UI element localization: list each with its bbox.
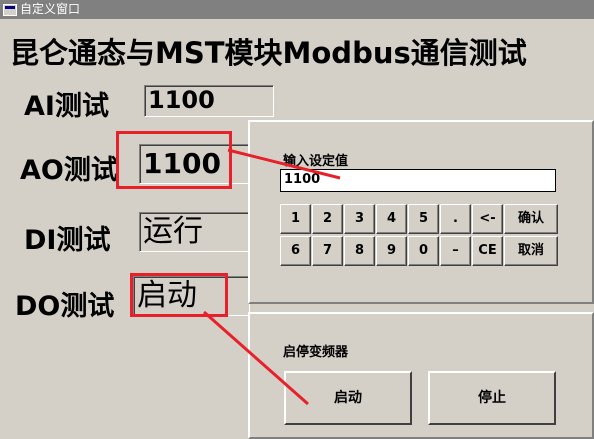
keypad-title: 输入设定值 [283, 154, 349, 169]
vfd-panel-title: 启停变频器 [283, 345, 349, 360]
key-2[interactable]: 2 [312, 204, 343, 234]
window-titlebar: 自定义窗口 [0, 0, 594, 19]
ao-value-field[interactable]: 1100 [139, 144, 250, 184]
page-title: 昆仑通态与MST模块Modbus通信测试 [10, 36, 527, 70]
key-dot[interactable]: . [440, 204, 471, 234]
key-8[interactable]: 8 [344, 236, 375, 266]
window-icon [3, 3, 17, 16]
start-button[interactable]: 启动 [284, 371, 412, 425]
key-7[interactable]: 7 [312, 236, 343, 266]
di-test-label: DI测试 [24, 225, 111, 256]
key-1[interactable]: 1 [280, 204, 311, 234]
key-6[interactable]: 6 [280, 236, 311, 266]
ao-test-label: AO测试 [20, 155, 118, 186]
key-3[interactable]: 3 [344, 204, 375, 234]
key-confirm[interactable]: 确认 [504, 204, 558, 234]
key-minus[interactable]: – [440, 236, 471, 266]
key-4[interactable]: 4 [376, 204, 407, 234]
di-value-field: 运行 [139, 212, 250, 252]
do-value-field[interactable]: 启动 [133, 276, 250, 316]
window-title: 自定义窗口 [20, 2, 81, 16]
ai-test-label: AI测试 [24, 91, 109, 122]
key-cancel[interactable]: 取消 [504, 236, 558, 266]
key-9[interactable]: 9 [376, 236, 407, 266]
key-0[interactable]: 0 [408, 236, 439, 266]
setpoint-input[interactable]: 1100 [280, 169, 556, 192]
key-5[interactable]: 5 [408, 204, 439, 234]
key-backspace[interactable]: <- [472, 204, 503, 234]
stop-button[interactable]: 停止 [428, 371, 556, 425]
ai-value-field: 1100 [144, 85, 274, 117]
do-test-label: DO测试 [15, 291, 115, 322]
key-clear[interactable]: CE [472, 236, 503, 266]
